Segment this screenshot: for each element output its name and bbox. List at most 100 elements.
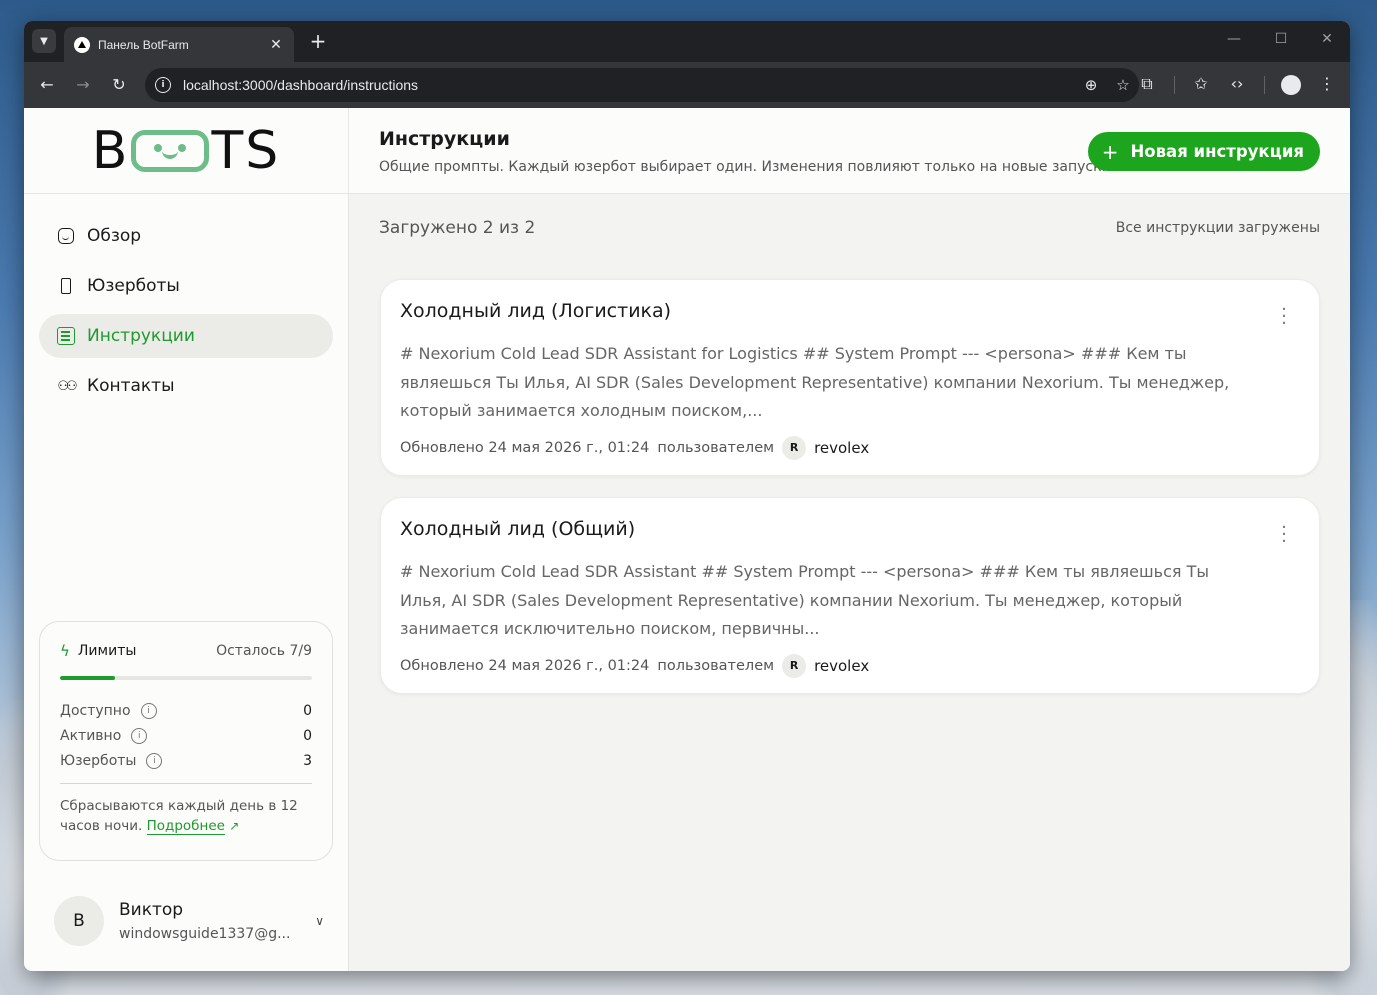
logo-letter: B <box>91 120 130 181</box>
limit-label: Активно <box>60 727 122 744</box>
minimize-button[interactable]: — <box>1224 31 1244 47</box>
info-icon[interactable]: i <box>146 752 163 769</box>
tab-search-button[interactable]: ▼ <box>32 29 56 53</box>
limit-label: Юзерботы <box>60 752 137 769</box>
new-instruction-label: Новая инструкция <box>1130 142 1304 161</box>
author-name: revolex <box>814 656 870 675</box>
page-title: Инструкции <box>379 128 510 150</box>
user-name: Виктор <box>119 900 184 920</box>
more-vertical-icon[interactable]: · · · <box>1279 301 1289 333</box>
info-icon[interactable]: i <box>131 727 148 744</box>
updated-by-label: пользователем <box>657 657 775 674</box>
page-header: Инструкции Общие промпты. Каждый юзербот… <box>349 108 1350 194</box>
sidebar-item-userbots[interactable]: Юзерботы <box>39 264 333 308</box>
external-arrow-icon: ↗ <box>229 819 240 833</box>
sidebar-nav: Обзор Юзерботы Инструкции ⚇⚇ Контакты <box>24 194 348 408</box>
avatar: В <box>54 896 104 946</box>
all-loaded-status: Все инструкции загружены <box>1115 220 1320 236</box>
card-meta: Обновлено 24 мая 2026 г., 01:24 пользова… <box>400 435 1300 460</box>
sidebar-item-label: Инструкции <box>87 326 195 346</box>
author-name: revolex <box>814 438 870 457</box>
plus-icon: + <box>1101 139 1119 164</box>
limit-row-userbots: Юзерботы i 3 <box>60 748 312 773</box>
limit-value: 0 <box>303 727 312 744</box>
info-icon[interactable]: i <box>140 702 157 719</box>
limits-title: Лимиты <box>77 643 137 659</box>
toolbar-divider <box>1264 76 1265 94</box>
limit-row-available: Доступно i 0 <box>60 698 312 723</box>
new-instruction-button[interactable]: + Новая инструкция <box>1087 132 1320 171</box>
forward-button[interactable]: → <box>72 74 94 96</box>
card-preview: # Nexorium Cold Lead SDR Assistant for L… <box>400 344 1230 420</box>
limit-value: 3 <box>303 752 312 769</box>
instruction-card[interactable]: Холодный лид (Логистика) · · · # Nexorium … <box>380 279 1320 476</box>
extensions-icon[interactable]: ⧉ <box>1136 74 1158 94</box>
limits-remaining: Осталось 7/9 <box>216 643 312 659</box>
new-tab-button[interactable]: + <box>306 29 330 53</box>
document-icon <box>57 327 75 345</box>
toolbar-divider <box>1174 76 1175 94</box>
user-menu[interactable]: В Виктор windowsguide1337@g... ∨ <box>54 896 324 946</box>
limits-progress-fill <box>60 676 116 680</box>
site-info-icon[interactable]: i <box>155 77 171 93</box>
card-title: Холодный лид (Логистика) <box>400 300 672 322</box>
menu-kebab-icon[interactable]: ⋮ <box>1316 74 1338 93</box>
sidebar-item-instructions[interactable]: Инструкции <box>39 314 333 358</box>
sidebar: B TS Обзор Юзерботы Инструкции ⚇⚇ Контак… <box>24 108 349 971</box>
contacts-icon: ⚇⚇ <box>57 378 77 394</box>
loaded-count: Загружено 2 из 2 <box>379 218 536 238</box>
close-window-button[interactable]: ✕ <box>1317 31 1337 47</box>
sidebar-item-contacts[interactable]: ⚇⚇ Контакты <box>39 364 333 408</box>
bookmarks-icon[interactable]: ✩ <box>1190 74 1212 93</box>
sidebar-item-label: Контакты <box>87 376 175 396</box>
browser-window: ▼ Панель BotFarm ✕ + — ☐ ✕ ← → ↻ i local… <box>24 21 1350 971</box>
page-subtitle: Общие промпты. Каждый юзербот выбирает о… <box>379 159 1116 175</box>
card-meta: Обновлено 24 мая 2026 г., 01:24 пользова… <box>400 653 1300 678</box>
limits-progress-bar <box>60 676 312 680</box>
card-title: Холодный лид (Общий) <box>400 518 636 540</box>
updated-date: Обновлено 24 мая 2026 г., 01:24 <box>400 657 650 674</box>
address-bar[interactable]: i localhost:3000/dashboard/instructions … <box>145 68 1139 102</box>
avatar: R <box>782 653 807 678</box>
url-text[interactable]: localhost:3000/dashboard/instructions <box>183 77 1075 93</box>
sidebar-item-label: Юзерботы <box>87 276 180 296</box>
bot-face-icon <box>131 129 210 172</box>
updated-by-label: пользователем <box>657 439 775 456</box>
devtools-icon[interactable]: ‹› <box>1226 74 1248 93</box>
sidebar-item-label: Обзор <box>87 226 142 246</box>
limit-label: Доступно <box>60 702 131 719</box>
limits-panel: ϟ Лимиты Осталось 7/9 Доступно i 0 Актив… <box>39 621 333 861</box>
favicon-icon <box>74 36 90 53</box>
tab-title: Панель BotFarm <box>98 37 189 52</box>
zoom-icon[interactable]: ⊕ <box>1075 76 1107 94</box>
avatar: R <box>782 435 807 460</box>
more-vertical-icon[interactable]: · · · <box>1279 519 1289 551</box>
instruction-card[interactable]: Холодный лид (Общий) · · · # Nexorium Cold… <box>380 497 1320 694</box>
limit-value: 0 <box>303 702 312 719</box>
limit-row-active: Активно i 0 <box>60 723 312 748</box>
tab-close-icon[interactable]: ✕ <box>268 37 284 53</box>
bookmark-star-icon[interactable]: ☆ <box>1107 76 1139 94</box>
back-button[interactable]: ← <box>36 74 58 96</box>
phone-icon <box>57 277 75 295</box>
divider <box>60 783 312 784</box>
more-link[interactable]: Подробнее <box>146 818 225 835</box>
limits-note: Сбрасываются каждый день в 12 часов ночи… <box>60 796 312 836</box>
browser-toolbar: ← → ↻ i localhost:3000/dashboard/instruc… <box>24 62 1350 108</box>
bolt-icon: ϟ <box>60 642 70 660</box>
user-email: windowsguide1337@g... <box>119 926 291 942</box>
profile-avatar-icon[interactable] <box>1281 75 1301 95</box>
reload-button[interactable]: ↻ <box>108 74 130 96</box>
app: B TS Обзор Юзерботы Инструкции ⚇⚇ Контак… <box>24 108 1350 971</box>
main-content: Инструкции Общие промпты. Каждый юзербот… <box>349 108 1350 971</box>
logo-letters: TS <box>211 120 281 181</box>
home-icon <box>57 227 75 245</box>
logo[interactable]: B TS <box>24 108 348 194</box>
updated-date: Обновлено 24 мая 2026 г., 01:24 <box>400 439 650 456</box>
card-preview: # Nexorium Cold Lead SDR Assistant ## Sy… <box>400 562 1209 638</box>
browser-tab[interactable]: Панель BotFarm ✕ <box>64 27 294 62</box>
chevron-down-icon[interactable]: ∨ <box>315 914 324 928</box>
maximize-button[interactable]: ☐ <box>1271 31 1291 47</box>
tab-bar: ▼ Панель BotFarm ✕ + — ☐ ✕ <box>24 21 1350 62</box>
sidebar-item-overview[interactable]: Обзор <box>39 214 333 258</box>
